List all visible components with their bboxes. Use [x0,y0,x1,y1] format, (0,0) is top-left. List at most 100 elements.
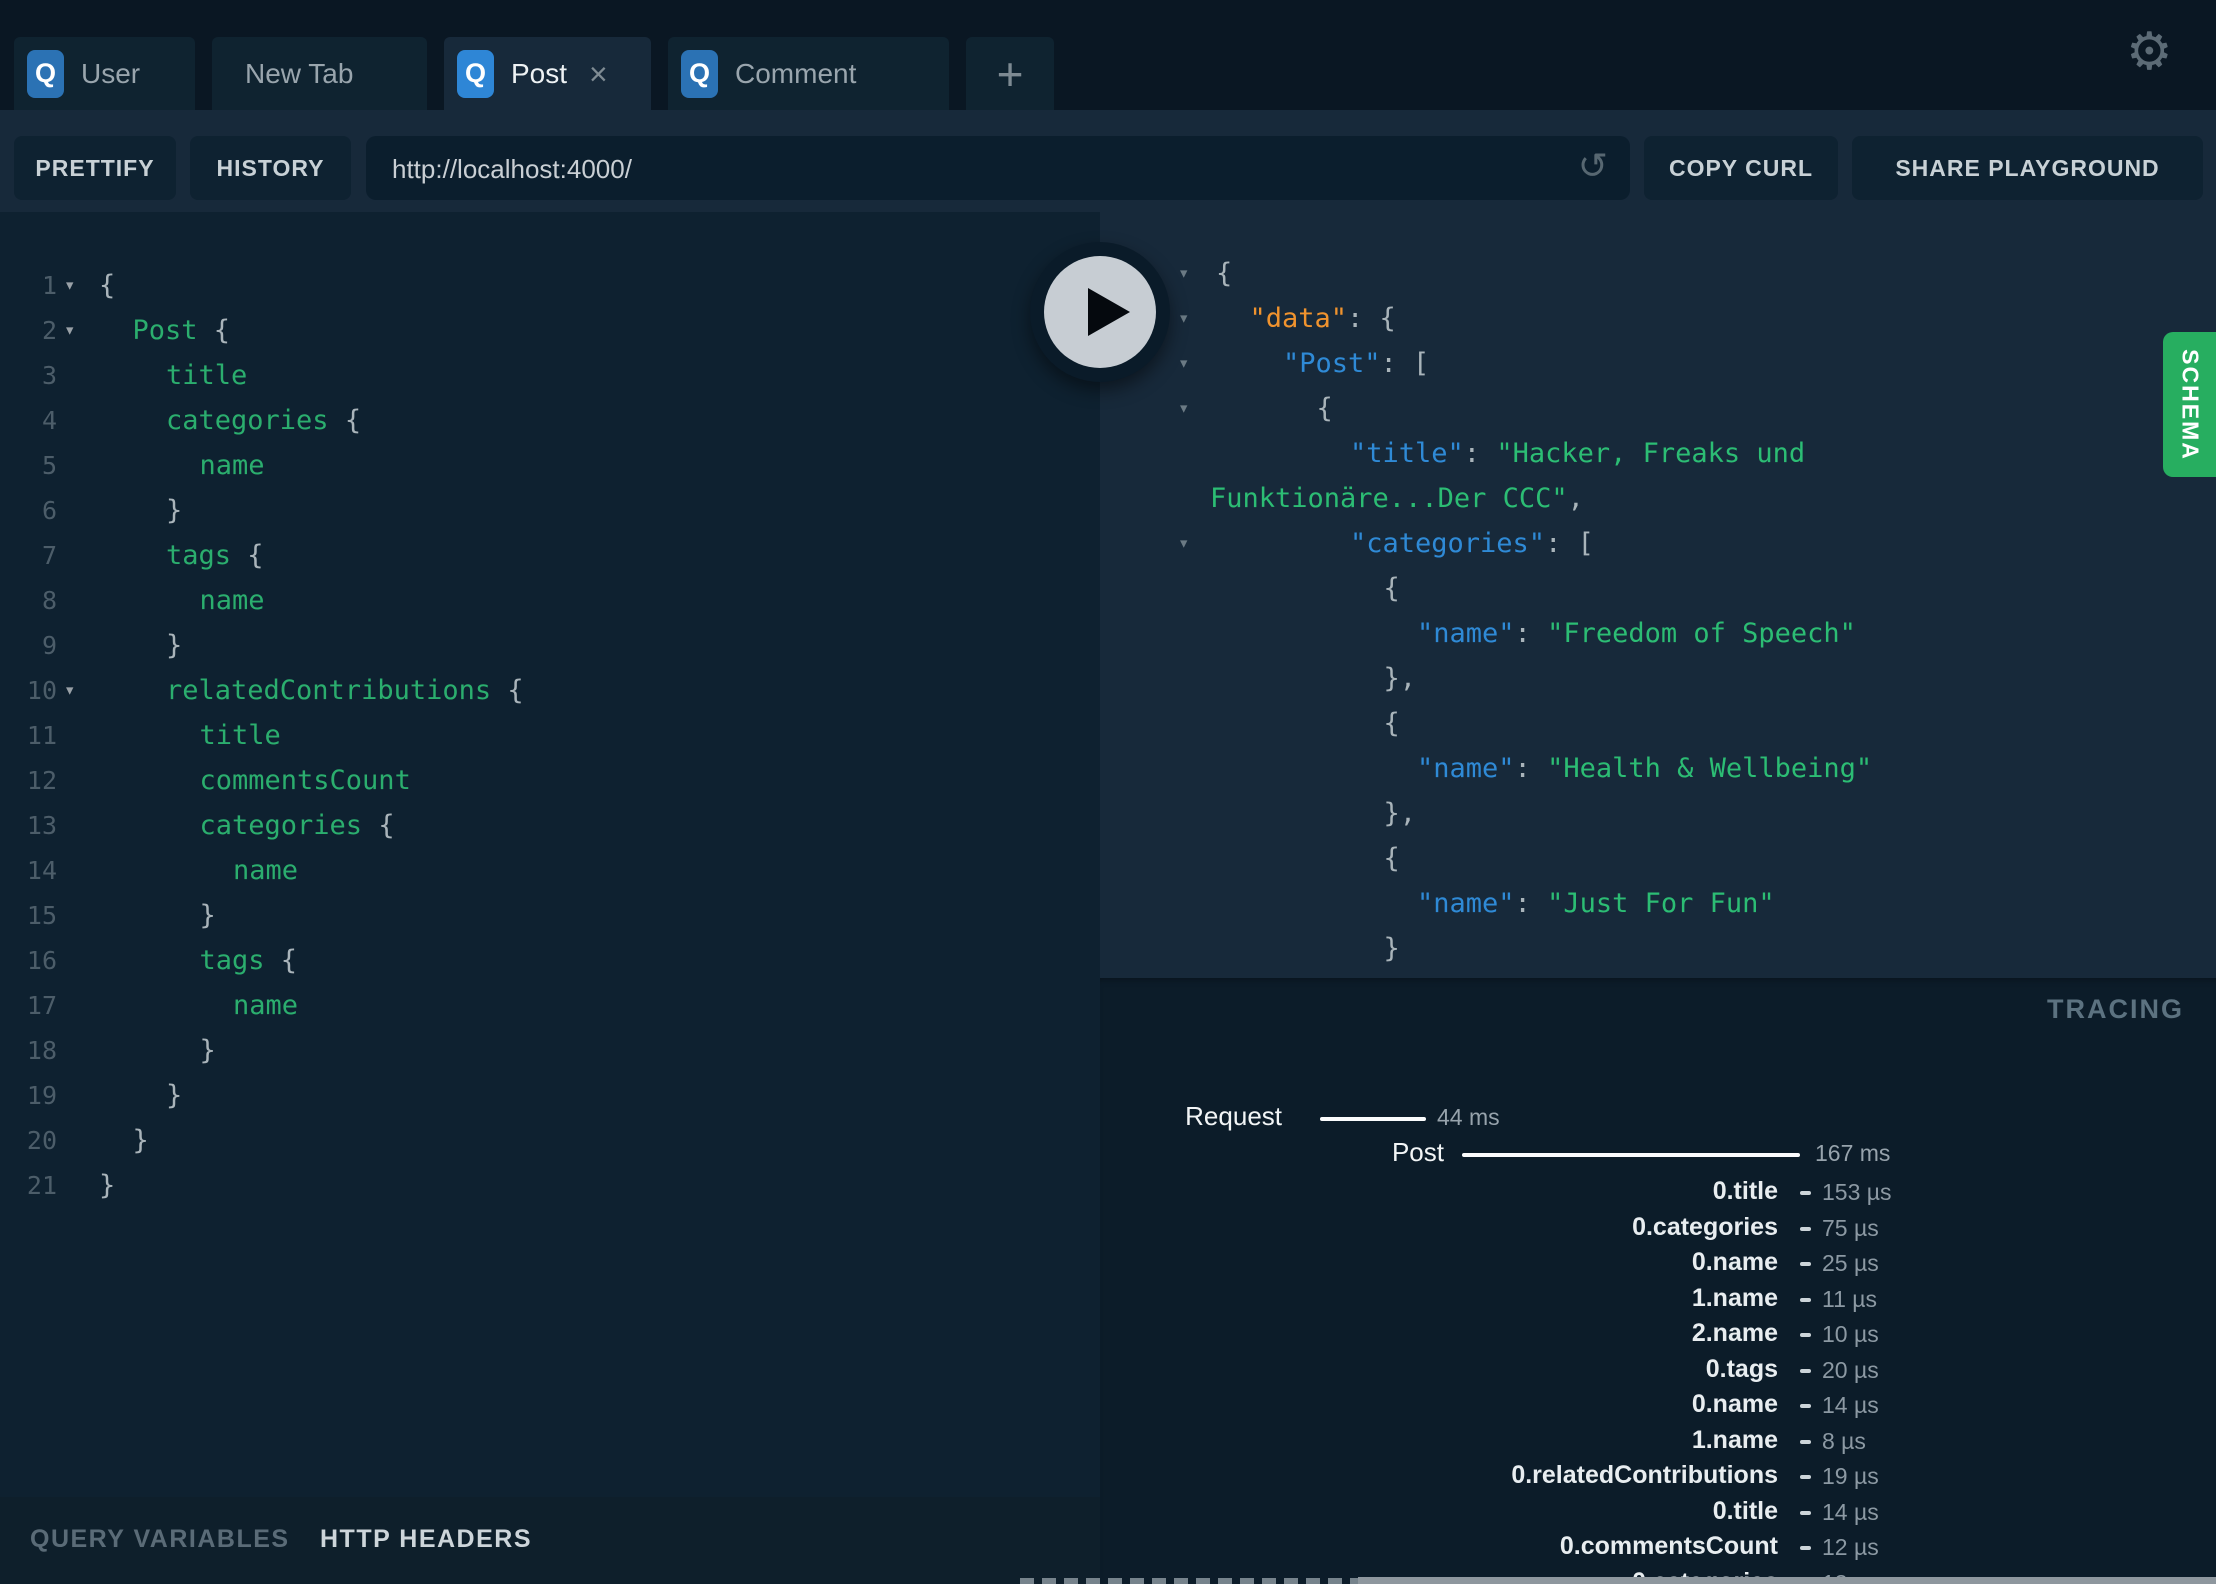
play-icon [1088,288,1130,336]
tracing-span-label: Request [1185,1101,1282,1131]
tracing-field-dash [1800,1475,1811,1479]
code-text: "name": "Freedom of Speech" [1417,611,1856,656]
line-number: 5 [41,450,57,480]
code-text: } [200,893,216,938]
fold-arrow-icon[interactable]: ▾ [1178,341,1189,386]
tracing-field-value: 12 µs [1822,1534,1879,1560]
schema-tab-label: SCHEMA [2177,348,2203,461]
code-token: "name" [1417,887,1515,919]
code-token: { [1383,842,1400,874]
response-line: { [1100,566,2216,611]
response-line: }, [1100,791,2216,836]
tracing-field-label: 2.name [1691,1319,1778,1347]
reload-schema-icon[interactable]: ↺ [1578,146,1608,187]
code-token: categories [166,404,329,436]
response-line: Funktionäre...Der CCC", [1100,476,2216,521]
fold-arrow-icon[interactable]: ▾ [1178,521,1189,566]
tab-new-tab[interactable]: New Tab [212,37,427,110]
prettify-button[interactable]: PRETTIFY [14,136,176,200]
code-token: "Health & Wellbeing" [1547,752,1873,784]
line-number: 19 [26,1080,57,1110]
code-token: { [1316,392,1333,424]
editor-line: 1 ▾ { [0,263,1100,308]
response-line: ▾ "categories": [ [1100,521,2216,566]
schema-tab-button[interactable]: SCHEMA [2163,332,2216,477]
tracing-field-dash [1800,1191,1811,1195]
query-badge-icon: Q [681,49,718,98]
code-text: "categories": [ [1350,521,1594,566]
code-text: }, [1384,656,1417,701]
line-number: 9 [41,630,57,660]
editor-line: 5 name [0,443,1100,488]
code-token: name [233,854,299,886]
tracing-field-label: 0.title [1712,1177,1778,1205]
editor-line: 12 commentsCount [0,758,1100,803]
tracing-scrollbar[interactable] [1358,1577,2216,1584]
tracing-field-dash [1800,1439,1811,1444]
share-playground-button[interactable]: SHARE PLAYGROUND [1852,136,2203,200]
code-token: title [199,719,281,751]
tab-comment[interactable]: Q Comment [668,37,949,110]
code-token: name [199,449,265,481]
tracing-field-dash [1800,1368,1811,1373]
code-text: categories { [166,398,361,443]
endpoint-url-input[interactable] [390,136,1544,202]
tracing-field-label: 1.name [1691,1283,1778,1312]
fold-arrow-icon[interactable]: ▾ [64,263,75,308]
tab-post[interactable]: Q Post × [444,37,651,110]
settings-gear-icon[interactable]: ⚙ [2126,22,2173,82]
close-tab-icon[interactable]: × [589,58,608,90]
code-text: } [166,623,182,668]
tracing-span-value: 44 ms [1437,1104,1500,1130]
history-button[interactable]: HISTORY [190,136,351,200]
code-text: title [166,353,247,398]
fold-arrow-icon[interactable]: ▾ [64,668,75,713]
code-text: { [1216,251,1232,296]
code-token: } [199,1034,216,1066]
editor-bottom-bar: QUERY VARIABLES HTTP HEADERS [0,1497,1100,1584]
code-text: name [233,848,298,893]
fold-arrow-icon[interactable]: ▾ [1178,296,1189,341]
tracing-field-value: 75 µs [1822,1214,1879,1241]
editor-line: 16 tags { [0,938,1100,983]
fold-arrow-icon[interactable]: ▾ [1178,251,1189,296]
execute-button[interactable] [1030,242,1170,382]
tracing-span-label: Post [1391,1137,1444,1167]
tracing-field-label: 0.title [1712,1496,1778,1525]
code-text: } [200,1028,216,1073]
code-text: } [1384,926,1400,971]
fold-arrow-icon[interactable]: ▾ [64,308,75,353]
query-editor[interactable]: 1 ▾{2 ▾ Post {3 title 4 categories {5 name 6} 7 ta… [0,212,1100,1497]
code-text: ] [1350,971,1366,979]
line-number: 2 [41,315,57,345]
code-text: "title": "Hacker, Freaks und [1350,431,1805,476]
tab-user[interactable]: Q User [14,37,195,110]
tracing-field-dash [1800,1297,1811,1302]
line-number: 3 [41,360,57,390]
tracing-field-dash [1800,1546,1811,1550]
code-text: tags { [200,938,298,983]
response-line: { [1100,701,2216,746]
new-tab-button[interactable]: + [966,37,1054,110]
code-token: "title" [1350,437,1464,469]
code-token: { [197,314,231,346]
query-variables-tab[interactable]: QUERY VARIABLES [30,1525,290,1554]
code-token: "name" [1417,752,1515,784]
code-text: name [200,443,265,488]
editor-line: 19} [0,1073,1100,1118]
line-number: 7 [41,540,57,570]
http-headers-tab[interactable]: HTTP HEADERS [320,1525,532,1554]
code-token: "Freedom of Speech" [1547,617,1856,649]
tab-bar: Q User New Tab Q Post × Q Comment + ⚙ [0,0,2216,110]
query-badge-icon: Q [27,49,64,98]
copy-curl-button[interactable]: COPY CURL [1644,136,1838,200]
editor-line: 9} [0,623,1100,668]
tab-label: User [81,57,141,89]
code-token: { [1216,257,1233,289]
code-token: commentsCount [199,764,411,796]
line-number: 14 [26,855,57,885]
tab-label: New Tab [245,57,354,89]
line-number: 8 [41,585,57,615]
code-token: } [199,899,216,931]
fold-arrow-icon[interactable]: ▾ [1178,386,1189,431]
